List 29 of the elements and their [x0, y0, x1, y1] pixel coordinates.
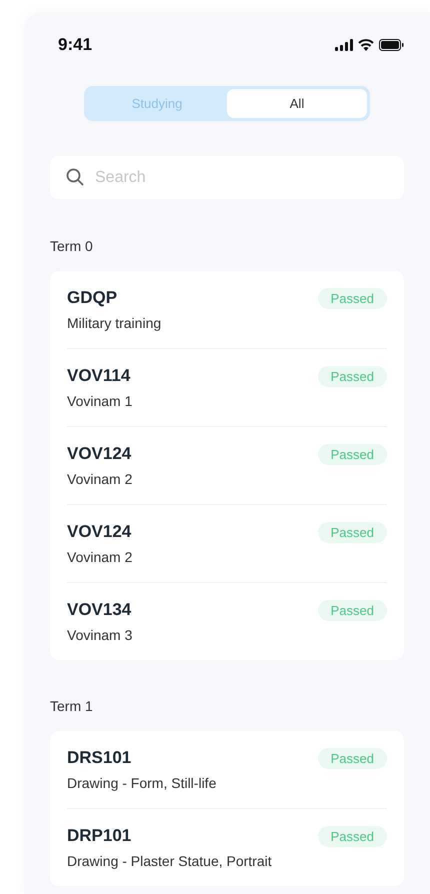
status-badge: Passed	[318, 522, 387, 543]
battery-icon	[379, 39, 404, 51]
course-code: DRS101	[67, 747, 132, 769]
course-name: Drawing - Form, Still-life	[67, 774, 216, 792]
status-badge: Passed	[318, 366, 387, 387]
signal-icon	[335, 39, 353, 51]
course-name: Vovinam 1	[67, 392, 132, 410]
course-code: VOV114	[67, 365, 132, 387]
course-name: Vovinam 3	[67, 626, 132, 644]
term-heading: Term 0	[50, 237, 94, 256]
course-name: Drawing - Plaster Statue, Portrait	[67, 852, 272, 870]
course-name: Vovinam 2	[67, 470, 132, 488]
status-time: 9:41	[58, 34, 92, 56]
term-heading: Term 1	[50, 697, 94, 716]
course-code: DRP101	[67, 825, 132, 847]
status-badge: Passed	[318, 600, 387, 621]
course-code: VOV124	[67, 521, 132, 543]
course-name: Military training	[67, 314, 162, 332]
segment-tab[interactable]: All	[227, 89, 367, 118]
course-code: VOV134	[67, 599, 132, 621]
course-name: Vovinam 2	[67, 548, 132, 566]
status-badge: Passed	[318, 826, 387, 847]
status-badge: Passed	[318, 748, 387, 769]
search-field[interactable]: Search	[50, 156, 404, 199]
status-badge: Passed	[318, 288, 387, 309]
wifi-icon	[358, 39, 374, 51]
status-badge: Passed	[318, 444, 387, 465]
course-code: GDQP	[67, 287, 118, 309]
course-code: VOV124	[67, 443, 132, 465]
